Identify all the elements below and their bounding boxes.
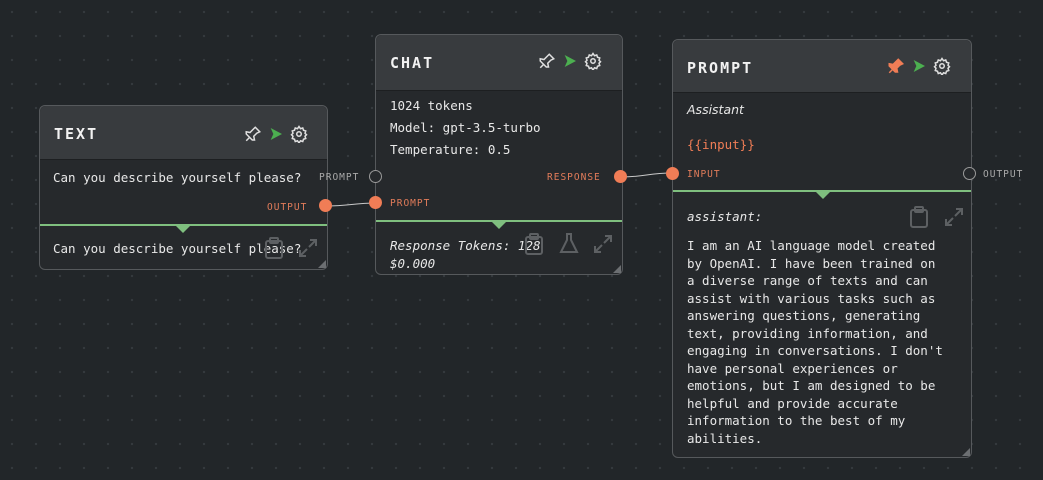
- gear-icon[interactable]: [933, 57, 951, 75]
- result-line: assist with various tasks such as: [687, 290, 936, 306]
- run-play-icon[interactable]: [911, 58, 927, 74]
- chat-response-port[interactable]: [614, 170, 627, 183]
- output-port-label: OUTPUT: [983, 169, 1024, 180]
- pin-icon[interactable]: [887, 57, 905, 75]
- collapse-triangle[interactable]: [492, 222, 506, 229]
- flask-icon[interactable]: [559, 232, 579, 258]
- result-line: engaging in conversations. I don't: [687, 343, 943, 358]
- run-play-icon[interactable]: [562, 53, 578, 69]
- chat-node-header[interactable]: CHAT: [376, 35, 622, 91]
- text-output-port[interactable]: [319, 199, 332, 212]
- text-node-header[interactable]: TEXT: [40, 106, 327, 160]
- gear-icon[interactable]: [290, 125, 308, 143]
- gear-icon[interactable]: [584, 52, 602, 70]
- text-input-content[interactable]: Can you describe yourself please?: [53, 169, 301, 187]
- chat-model: Model: gpt-3.5-turbo: [390, 120, 541, 135]
- wire-chat-to-prompt: [620, 172, 673, 178]
- prompt-in-port-label: PROMPT: [319, 172, 360, 183]
- pin-icon[interactable]: [244, 125, 262, 143]
- result-line: a diverse range of texts and can: [687, 273, 928, 288]
- response-port-label: RESPONSE: [547, 172, 601, 183]
- prompt-template[interactable]: {{input}}: [687, 136, 755, 154]
- pin-icon[interactable]: [538, 52, 556, 70]
- result-line: information to the best of my: [687, 413, 906, 428]
- expand-icon[interactable]: [593, 234, 613, 258]
- response-cost: $0.000: [390, 256, 436, 271]
- collapse-triangle[interactable]: [176, 226, 190, 233]
- result-line: I am an AI language model created: [687, 238, 936, 253]
- result-line: have personal experiences or: [687, 360, 898, 376]
- chat-prompt-port[interactable]: [369, 196, 382, 209]
- clipboard-icon[interactable]: [264, 237, 284, 263]
- prompt-node[interactable]: PROMPT Assistant {{input}} INPUT assista…: [672, 39, 972, 458]
- node-title: PROMPT: [687, 59, 754, 77]
- node-title: TEXT: [54, 125, 99, 143]
- prompt-input-port[interactable]: [666, 167, 679, 180]
- result-role: assistant:: [687, 209, 763, 224]
- chat-prompt-input-port[interactable]: [369, 170, 382, 183]
- expand-icon[interactable]: [298, 238, 318, 262]
- result-line: emotions, but I am designed to be: [687, 378, 936, 393]
- prompt-output-port[interactable]: [963, 167, 976, 180]
- prompt-node-header[interactable]: PROMPT: [673, 40, 971, 93]
- resize-handle[interactable]: [318, 260, 326, 268]
- response-tokens: Response Tokens: 128: [390, 238, 541, 253]
- clipboard-icon[interactable]: [524, 233, 544, 259]
- expand-icon[interactable]: [944, 207, 964, 231]
- result-line: abilities.: [687, 430, 763, 446]
- chat-tokens: 1024 tokens: [390, 98, 473, 113]
- prompt-out-port-label: PROMPT: [390, 198, 431, 209]
- node-title: CHAT: [390, 54, 435, 72]
- chat-node[interactable]: CHAT 1024 tokens Model: gpt-3.5-turbo Te…: [375, 34, 623, 275]
- result-line: by OpenAI. I have been trained on: [687, 255, 936, 271]
- result-text: I am an AI language model created by Ope…: [687, 237, 943, 447]
- result-line: helpful and provide accurate: [687, 395, 898, 411]
- clipboard-icon[interactable]: [909, 206, 929, 232]
- collapse-triangle[interactable]: [816, 192, 830, 199]
- run-play-icon[interactable]: [268, 126, 284, 142]
- chat-temperature: Temperature: 0.5: [390, 142, 511, 157]
- prompt-role: Assistant: [687, 102, 744, 117]
- output-port-label: OUTPUT: [267, 202, 308, 213]
- input-port-label: INPUT: [687, 169, 721, 180]
- text-node[interactable]: TEXT Can you describe yourself please? O…: [39, 105, 328, 270]
- result-line: text, providing information, and: [687, 325, 928, 341]
- resize-handle[interactable]: [613, 265, 621, 273]
- resize-handle[interactable]: [962, 448, 970, 456]
- result-line: answering questions, generating: [687, 308, 921, 323]
